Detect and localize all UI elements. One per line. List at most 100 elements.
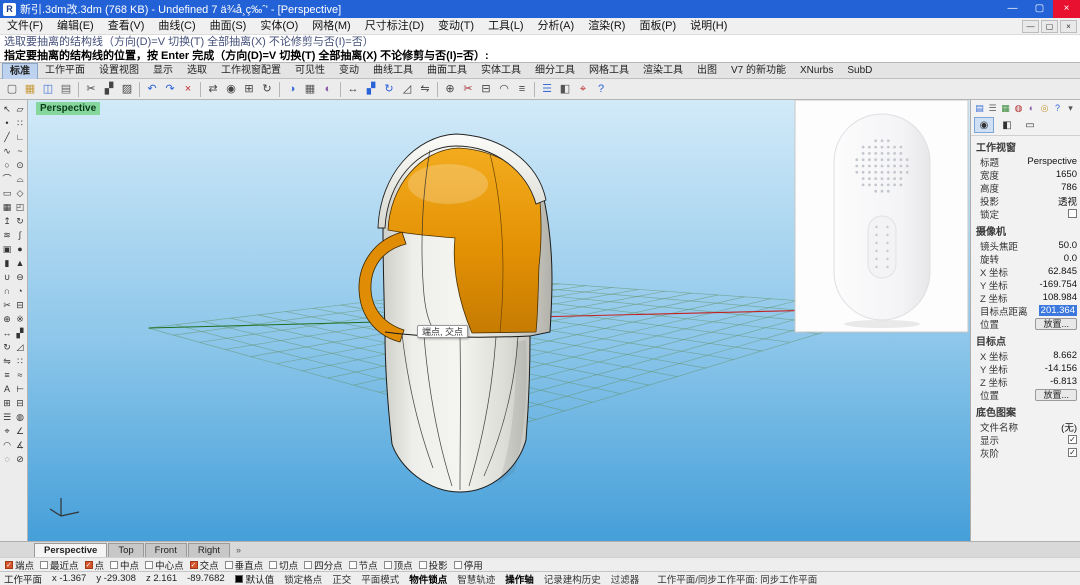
property-value[interactable]: -6.813 — [1050, 376, 1077, 387]
explode-tool-icon[interactable]: ※ — [14, 313, 27, 326]
status-toggle-平面模式[interactable]: 平面模式 — [361, 572, 399, 585]
menu-item[interactable]: 说明(H) — [683, 18, 734, 35]
shaded-view-icon[interactable]: ◑ — [283, 80, 301, 98]
arc-3pt-tool-icon[interactable]: ⌓ — [14, 173, 27, 186]
array-tool-icon[interactable]: ∷ — [14, 355, 27, 368]
toolbar-tab[interactable]: SubD — [840, 63, 879, 79]
cplane-pane[interactable]: 工作平面 — [4, 572, 42, 585]
shell-tool-icon[interactable]: ◔ — [14, 285, 27, 298]
property-value[interactable]: Perspective — [1027, 156, 1077, 167]
box-tool-icon[interactable]: ▣ — [1, 243, 14, 256]
text-tool-icon[interactable]: A — [1, 383, 14, 396]
menu-item[interactable]: 编辑(E) — [50, 18, 101, 35]
osnap-checkbox[interactable]: ✓ — [190, 561, 198, 569]
osnap-checkbox[interactable] — [225, 561, 233, 569]
revolve-tool-icon[interactable]: ↻ — [14, 215, 27, 228]
save-file-icon[interactable]: ◫ — [39, 80, 57, 98]
gumball-icon[interactable]: ⌖ — [574, 80, 592, 98]
osnap-checkbox[interactable] — [304, 561, 312, 569]
point-cloud-tool-icon[interactable]: ∷ — [14, 117, 27, 130]
curve-tool-icon[interactable]: ∿ — [1, 145, 14, 158]
toolbar-tab[interactable]: 曲线工具 — [366, 63, 420, 79]
redo-icon[interactable]: ↷ — [161, 80, 179, 98]
viewport-tabs-overflow-icon[interactable]: » — [236, 545, 241, 555]
status-toggle-过滤器[interactable]: 过滤器 — [611, 572, 640, 585]
osnap-投影[interactable]: 投影 — [419, 558, 448, 572]
sphere-tool-icon[interactable]: ● — [14, 243, 27, 256]
offset-tool-icon[interactable]: ≡ — [1, 369, 14, 382]
osnap-中心点[interactable]: 中心点 — [145, 558, 184, 572]
boolean-difference-tool-icon[interactable]: ⊖ — [14, 271, 27, 284]
viewport-tab-front[interactable]: Front — [145, 543, 187, 557]
property-value[interactable]: 0.0 — [1064, 253, 1077, 264]
join-tool-icon[interactable]: ⊕ — [1, 313, 14, 326]
toolbar-tab[interactable]: 标准 — [2, 63, 38, 79]
menu-item[interactable]: 曲面(S) — [203, 18, 254, 35]
锁定-checkbox[interactable] — [1068, 209, 1077, 218]
osnap-checkbox[interactable]: ✓ — [5, 561, 13, 569]
cylinder-tool-icon[interactable]: ▮ — [1, 257, 14, 270]
copy-icon[interactable]: ▞ — [100, 80, 118, 98]
dimension-tool-icon[interactable]: ⊢ — [14, 383, 27, 396]
viewport-tab-top[interactable]: Top — [108, 543, 143, 557]
fillet-icon[interactable]: ◠ — [495, 80, 513, 98]
zoom-extents-icon[interactable]: ⊞ — [240, 80, 258, 98]
toolbar-tab[interactable]: 可见性 — [288, 63, 332, 79]
surface-tool-icon[interactable]: ▦ — [1, 201, 14, 214]
toolbar-tab[interactable]: 选取 — [180, 63, 214, 79]
child-restore-button[interactable]: ▢ — [1041, 20, 1058, 33]
offset-icon[interactable]: ≡ — [513, 80, 531, 98]
place-button[interactable]: 放置... — [1035, 389, 1077, 401]
boolean-union-tool-icon[interactable]: ∪ — [1, 271, 14, 284]
toolbar-tab[interactable]: 出图 — [690, 63, 724, 79]
move-tool-icon[interactable]: ↔ — [1, 327, 14, 340]
status-toggle-物件锁点[interactable]: 物件锁点 — [409, 572, 447, 585]
point-tool-icon[interactable]: • — [1, 117, 14, 130]
polyline-tool-icon[interactable]: ∟ — [14, 131, 27, 144]
wireframe-view-icon[interactable]: ▦ — [301, 80, 319, 98]
zoom-icon[interactable]: ◉ — [222, 80, 240, 98]
properties-tab-icon[interactable]: ▤ — [974, 103, 985, 114]
property-value[interactable]: 108.984 — [1043, 292, 1077, 303]
copy-tool-icon[interactable]: ▞ — [14, 327, 27, 340]
layers-icon[interactable]: ☰ — [538, 80, 556, 98]
material-tool-icon[interactable]: ◍ — [14, 411, 27, 424]
status-toggle-智慧轨迹[interactable]: 智慧轨迹 — [457, 572, 495, 585]
extrude-tool-icon[interactable]: ↥ — [1, 215, 14, 228]
minimize-button[interactable]: — — [999, 0, 1026, 18]
delete-icon[interactable]: × — [179, 80, 197, 98]
ungroup-tool-icon[interactable]: ⊟ — [14, 397, 27, 410]
copy-object-icon[interactable]: ▞ — [362, 80, 380, 98]
toolbar-tab[interactable]: 工作平面 — [38, 63, 92, 79]
menu-item[interactable]: 实体(O) — [253, 18, 305, 35]
place-button[interactable]: 放置... — [1035, 318, 1077, 330]
boolean-intersect-tool-icon[interactable]: ∩ — [1, 285, 14, 298]
osnap-节点[interactable]: 节点 — [349, 558, 378, 572]
angle-tool-icon[interactable]: ∠ — [14, 425, 27, 438]
osnap-checkbox[interactable] — [145, 561, 153, 569]
status-toggle-锁定格点[interactable]: 锁定格点 — [284, 572, 322, 585]
scale-icon[interactable]: ◿ — [398, 80, 416, 98]
toolbar-tab[interactable]: 变动 — [332, 63, 366, 79]
灰阶-checkbox[interactable]: ✓ — [1068, 448, 1077, 457]
toolbar-tab[interactable]: 渲染工具 — [636, 63, 690, 79]
property-value[interactable]: 8.662 — [1053, 350, 1077, 361]
toolbar-tab[interactable]: 设置视图 — [92, 63, 146, 79]
toolbar-tab[interactable]: 网格工具 — [582, 63, 636, 79]
osnap-checkbox[interactable] — [269, 561, 277, 569]
osnap-checkbox[interactable] — [349, 561, 357, 569]
menu-item[interactable]: 变动(T) — [431, 18, 481, 35]
trim-icon[interactable]: ✂ — [459, 80, 477, 98]
scale-tool-icon[interactable]: ◿ — [14, 341, 27, 354]
osnap-点[interactable]: ✓点 — [85, 558, 105, 572]
osnap-checkbox[interactable] — [40, 561, 48, 569]
property-value[interactable]: -14.156 — [1045, 363, 1077, 374]
status-toggle-正交[interactable]: 正交 — [332, 572, 351, 585]
layer-pane[interactable]: 默认值 — [235, 572, 275, 585]
osnap-四分点[interactable]: 四分点 — [304, 558, 343, 572]
measure-tool-icon[interactable]: ⌖ — [1, 425, 14, 438]
display-tab-icon[interactable]: ▦ — [1000, 103, 1011, 114]
显示-checkbox[interactable]: ✓ — [1068, 435, 1077, 444]
materials-tab-icon[interactable]: ◍ — [1013, 103, 1024, 114]
viewport-properties-icon[interactable]: ◉ — [974, 117, 994, 133]
